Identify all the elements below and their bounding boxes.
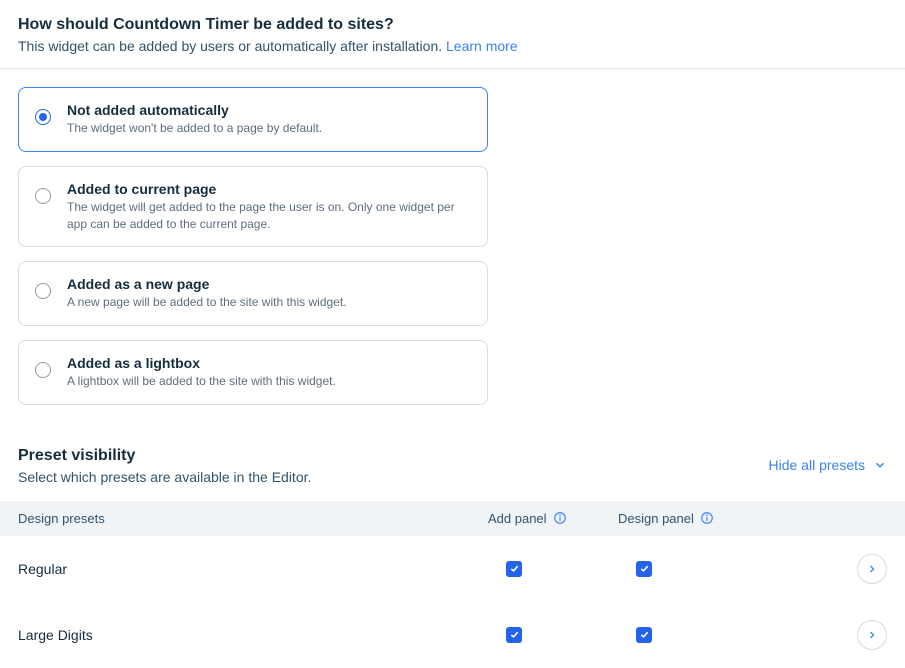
check-icon [639, 629, 650, 640]
check-icon [639, 563, 650, 574]
hide-all-label: Hide all presets [769, 457, 866, 473]
option-title: Added as a lightbox [67, 355, 336, 371]
row-expand-button[interactable] [857, 620, 887, 650]
option-lightbox[interactable]: Added as a lightbox A lightbox will be a… [18, 340, 488, 405]
check-icon [509, 629, 520, 640]
option-desc: The widget won't be added to a page by d… [67, 120, 322, 137]
radio-icon [35, 109, 51, 125]
add-method-desc: This widget can be added by users or aut… [18, 38, 887, 54]
add-panel-checkbox[interactable] [506, 561, 522, 577]
chevron-right-icon [866, 629, 878, 641]
option-new-page[interactable]: Added as a new page A new page will be a… [18, 261, 488, 326]
add-method-title: How should Countdown Timer be added to s… [18, 16, 887, 34]
design-panel-checkbox[interactable] [636, 561, 652, 577]
radio-icon [35, 283, 51, 299]
radio-icon [35, 362, 51, 378]
preset-name: Regular [18, 561, 488, 577]
option-current-page[interactable]: Added to current page The widget will ge… [18, 166, 488, 248]
add-method-options: Not added automatically The widget won't… [0, 69, 905, 429]
option-title: Not added automatically [67, 102, 322, 118]
info-icon[interactable] [553, 511, 567, 525]
check-icon [509, 563, 520, 574]
option-title: Added as a new page [67, 276, 347, 292]
preset-name: Large Digits [18, 627, 488, 643]
preset-title: Preset visibility [18, 447, 311, 465]
option-desc: A new page will be added to the site wit… [67, 294, 347, 311]
radio-icon [35, 188, 51, 204]
preset-desc: Select which presets are available in th… [18, 469, 311, 485]
option-desc: A lightbox will be added to the site wit… [67, 373, 336, 390]
info-icon[interactable] [700, 511, 714, 525]
row-expand-button[interactable] [857, 554, 887, 584]
learn-more-link[interactable]: Learn more [446, 38, 518, 54]
preset-table-header: Design presets Add panel Design panel [0, 501, 905, 536]
add-method-header: How should Countdown Timer be added to s… [0, 0, 905, 68]
table-row: Large Digits [0, 602, 905, 668]
col-design-panel: Design panel [618, 511, 788, 526]
preset-visibility-header: Preset visibility Select which presets a… [0, 429, 905, 489]
chevron-down-icon [873, 458, 887, 472]
option-title: Added to current page [67, 181, 471, 197]
col-add-panel: Add panel [488, 511, 618, 526]
design-panel-checkbox[interactable] [636, 627, 652, 643]
table-row: Regular [0, 536, 905, 602]
add-panel-checkbox[interactable] [506, 627, 522, 643]
hide-all-presets-button[interactable]: Hide all presets [769, 457, 888, 473]
chevron-right-icon [866, 563, 878, 575]
col-design-presets: Design presets [18, 511, 488, 526]
option-not-added[interactable]: Not added automatically The widget won't… [18, 87, 488, 152]
option-desc: The widget will get added to the page th… [67, 199, 471, 233]
